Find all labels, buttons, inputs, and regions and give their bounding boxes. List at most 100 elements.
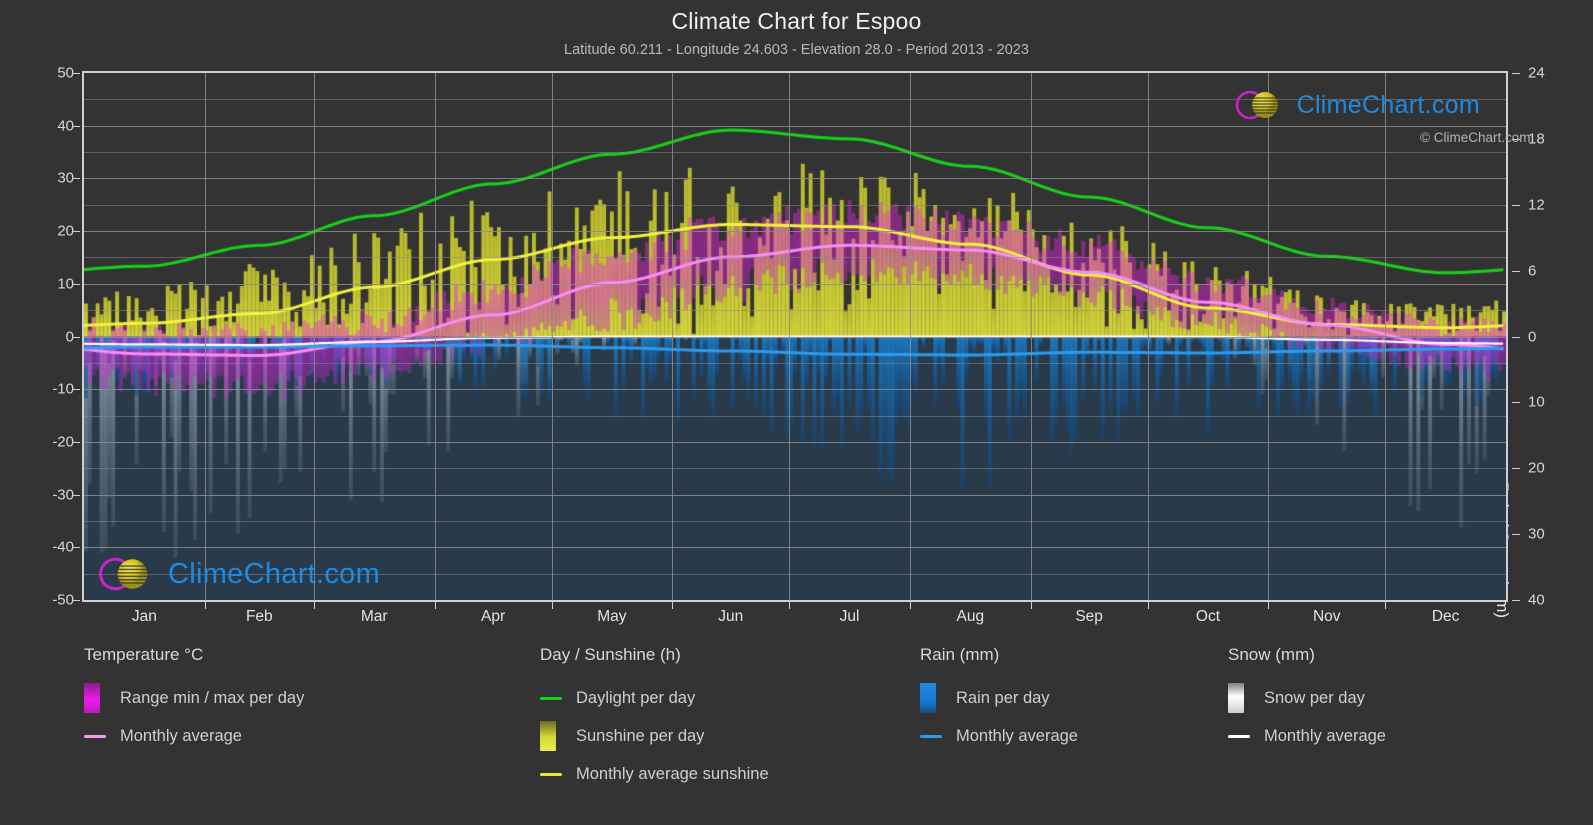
y-tick-mark [72, 125, 80, 127]
gridline-horizontal-minor [84, 574, 1506, 575]
x-tick-label: Jan [131, 608, 157, 625]
gridline-horizontal-minor [84, 99, 1506, 100]
x-tick-label: Aug [956, 608, 985, 625]
legend-column: Rain (mm) Rain per day Monthly average [920, 645, 1078, 755]
legend-item-label: Monthly average [120, 726, 242, 745]
climate-chart-page: Climate Chart for Espoo Latitude 60.211 … [0, 0, 1593, 825]
legend-column: Snow (mm) Snow per day Monthly average [1228, 645, 1386, 755]
legend-column-title: Temperature °C [84, 645, 204, 664]
x-tick-label: Oct [1195, 608, 1221, 625]
y-tick-mark [72, 73, 80, 74]
y2-tick-label-hours: 24 [1528, 64, 1545, 82]
x-tick-mark [910, 602, 911, 609]
x-tick-label: Mar [360, 608, 388, 625]
legend-item-label: Snow per day [1264, 688, 1365, 707]
y-tick-label: -30 [52, 486, 74, 504]
gridline-horizontal-minor [84, 363, 1506, 364]
gridline-horizontal [84, 284, 1506, 285]
y-tick-mark [72, 336, 80, 338]
legend-column-title: Rain (mm) [920, 645, 1000, 664]
gridline-horizontal [84, 231, 1506, 232]
x-tick-mark [1268, 602, 1269, 609]
chart-legend: Temperature °C Range min / max per day Mon… [0, 645, 1593, 825]
gridline-horizontal [84, 178, 1506, 179]
y-tick-mark [72, 600, 80, 601]
gridline-horizontal [84, 337, 1506, 338]
gridline-horizontal [84, 442, 1506, 443]
gridline-vertical [1148, 73, 1149, 600]
legend-item[interactable]: Sunshine per day [540, 717, 769, 755]
copyright-text: © ClimeChart.com [1420, 130, 1531, 145]
legend-item-label: Monthly average sunshine [576, 764, 769, 783]
y-tick-label: 50 [57, 64, 74, 82]
y2-tick-mark [1512, 270, 1520, 272]
legend-swatch [920, 683, 944, 713]
y-tick-mark [72, 389, 80, 391]
legend-swatch [84, 734, 108, 738]
legend-item-label: Range min / max per day [120, 688, 305, 707]
legend-swatch-mark [84, 734, 106, 738]
legend-item[interactable]: Monthly average [1228, 717, 1386, 755]
y-tick-mark [72, 231, 80, 233]
y-tick-label: -40 [52, 538, 74, 556]
x-tick-mark [314, 602, 315, 609]
y-tick-label: -10 [52, 380, 74, 398]
legend-item-label: Sunshine per day [576, 726, 705, 745]
legend-swatch [540, 696, 564, 700]
legend-swatch [1228, 683, 1252, 713]
gridline-vertical [1385, 73, 1386, 600]
gridline-vertical [552, 73, 553, 600]
gridline-horizontal [84, 495, 1506, 496]
legend-swatch-mark [920, 734, 942, 738]
gridline-vertical [1031, 73, 1032, 600]
y-tick-label: 20 [57, 222, 74, 240]
page-subtitle: Latitude 60.211 - Longitude 24.603 - Ele… [564, 42, 1029, 58]
y-tick-label: 0 [65, 328, 74, 345]
legend-column: Day / Sunshine (h) Daylight per day Sunshi… [540, 645, 769, 793]
legend-swatch-mark [1228, 734, 1250, 738]
gridline-vertical [205, 73, 206, 600]
y-tick-label: 40 [57, 117, 74, 135]
legend-item[interactable]: Monthly average sunshine [540, 755, 769, 793]
x-tick-label: Jul [839, 608, 860, 625]
gridline-horizontal-minor [84, 416, 1506, 417]
gridline-horizontal-minor [84, 521, 1506, 522]
x-tick-label: Apr [481, 608, 506, 625]
y-tick-mark [72, 547, 80, 549]
legend-item-label: Rain per day [956, 688, 1050, 707]
legend-item[interactable]: Monthly average [84, 717, 304, 755]
y-tick-label: -20 [52, 433, 74, 451]
legend-item-label: Daylight per day [576, 688, 696, 707]
y2-tick-mark [1512, 73, 1520, 74]
gridline-vertical [672, 73, 673, 600]
gridline-vertical [435, 73, 436, 600]
legend-item-label: Monthly average [1264, 726, 1386, 745]
y2-tick-label-mm: 30 [1528, 525, 1545, 543]
x-tick-label: Jun [718, 608, 744, 625]
legend-swatch-mark [84, 683, 100, 713]
gridline-vertical [314, 73, 315, 600]
gridline-horizontal [84, 547, 1506, 548]
x-tick-mark [1031, 602, 1032, 609]
gridline-horizontal-minor [84, 468, 1506, 469]
y2-tick-mark [1512, 402, 1520, 404]
legend-swatch [540, 721, 564, 751]
gridline-vertical [1268, 73, 1269, 600]
legend-item[interactable]: Daylight per day [540, 679, 769, 717]
legend-item[interactable]: Range min / max per day [84, 679, 304, 717]
y2-tick-label-mm: 10 [1528, 393, 1545, 411]
legend-item[interactable]: Snow per day [1228, 679, 1386, 717]
legend-column: Temperature °C Range min / max per day Mon… [84, 645, 304, 755]
x-tick-label: Feb [245, 608, 273, 625]
y2-tick-label-mm: 40 [1528, 591, 1545, 609]
y2-tick-mark [1512, 600, 1520, 601]
y2-tick-label-hours: 18 [1528, 130, 1545, 148]
legend-swatch [1228, 734, 1252, 738]
x-tick-mark [789, 602, 790, 609]
y2-tick-mark [1512, 534, 1520, 536]
y2-tick-label-hours: 0 [1528, 328, 1537, 345]
gridline-horizontal [84, 389, 1506, 390]
legend-item[interactable]: Monthly average [920, 717, 1078, 755]
legend-item[interactable]: Rain per day [920, 679, 1078, 717]
x-tick-mark [205, 602, 206, 609]
